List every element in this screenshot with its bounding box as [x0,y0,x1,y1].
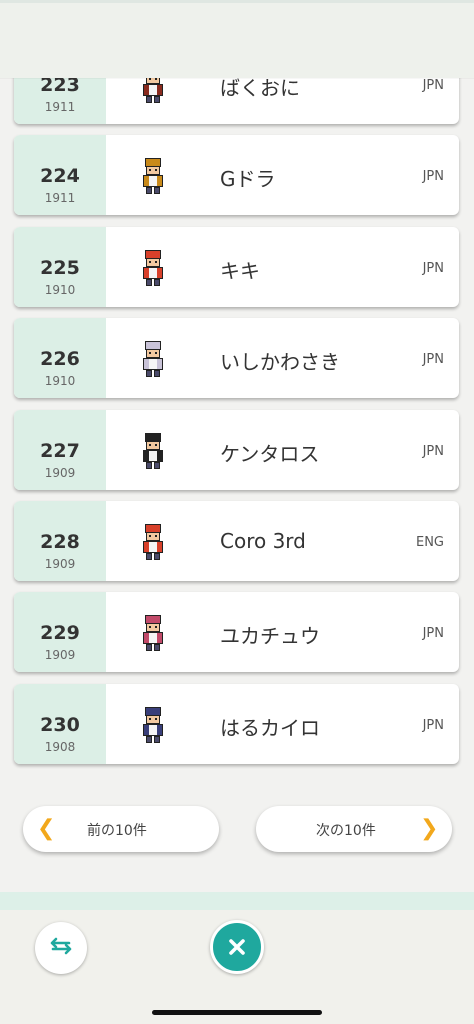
player-name: Gドラ [220,167,276,191]
rank-cell: 225 1910 [14,227,106,307]
language-tag: JPN [422,626,444,641]
rank-number: 225 [40,257,80,279]
rank-number: 226 [40,348,80,370]
rank-cell: 229 1909 [14,592,106,672]
rank-number: 230 [40,714,80,736]
language-tag: JPN [422,261,444,276]
player-name: はるカイロ [220,716,320,740]
section-divider [0,892,474,910]
rating-value: 1910 [44,374,76,388]
ranking-row[interactable]: 228 1909 Coro 3rd ENG [14,501,459,581]
rank-number: 229 [40,622,80,644]
chevron-right-icon: ❯ [420,816,439,841]
next-page-button[interactable]: 次の10件 ❯ [256,806,452,852]
language-tag: ENG [415,535,444,550]
ranking-row[interactable]: 224 1911 Gドラ JPN [14,135,459,215]
rating-value: 1911 [44,191,76,205]
top-header-bar [0,0,474,78]
prev-page-label: 前の10件 [87,823,147,839]
trainer-sprite-icon [143,250,163,286]
language-tag: JPN [422,444,444,459]
player-name: キキ [220,259,260,283]
back-button[interactable] [35,922,87,974]
rating-value: 1911 [44,100,76,114]
trainer-sprite-icon [143,341,163,377]
trainer-sprite-icon [143,707,163,743]
trainer-sprite-icon [143,433,163,469]
language-tag: JPN [422,352,444,367]
ranking-row[interactable]: 230 1908 はるカイロ JPN [14,684,459,764]
rank-number: 227 [40,440,80,462]
trainer-sprite-icon [143,158,163,194]
close-button[interactable] [210,920,264,974]
rating-value: 1908 [44,740,76,754]
ranking-row[interactable]: 225 1910 キキ JPN [14,227,459,307]
rank-cell: 230 1908 [14,684,106,764]
rank-cell: 226 1910 [14,318,106,398]
player-name: いしかわさき [220,350,340,374]
trainer-sprite-icon [143,524,163,560]
prev-page-button[interactable]: ❮ 前の10件 [23,806,219,852]
home-indicator [152,1010,322,1015]
rank-cell: 228 1909 [14,501,106,581]
rank-cell: 227 1909 [14,410,106,490]
ranking-row[interactable]: 227 1909 ケンタロス JPN [14,410,459,490]
close-icon [229,939,245,955]
player-name: ユカチュウ [220,624,320,648]
ranking-row[interactable]: 226 1910 いしかわさき JPN [14,318,459,398]
rating-value: 1909 [44,466,76,480]
player-name: Coro 3rd [220,529,306,553]
rank-cell: 224 1911 [14,135,106,215]
rank-number: 228 [40,531,80,553]
rating-value: 1909 [44,648,76,662]
rating-value: 1909 [44,557,76,571]
rank-number: 224 [40,165,80,187]
trainer-sprite-icon [143,615,163,651]
header-edge [0,0,474,3]
ranking-row[interactable]: 229 1909 ユカチュウ JPN [14,592,459,672]
next-page-label: 次の10件 [316,823,376,839]
language-tag: JPN [422,78,444,93]
player-name: ケンタロス [220,442,320,466]
rating-value: 1910 [44,283,76,297]
language-tag: JPN [422,169,444,184]
language-tag: JPN [422,718,444,733]
chevron-left-icon: ❮ [37,816,56,841]
back-arrow-icon [50,937,72,955]
